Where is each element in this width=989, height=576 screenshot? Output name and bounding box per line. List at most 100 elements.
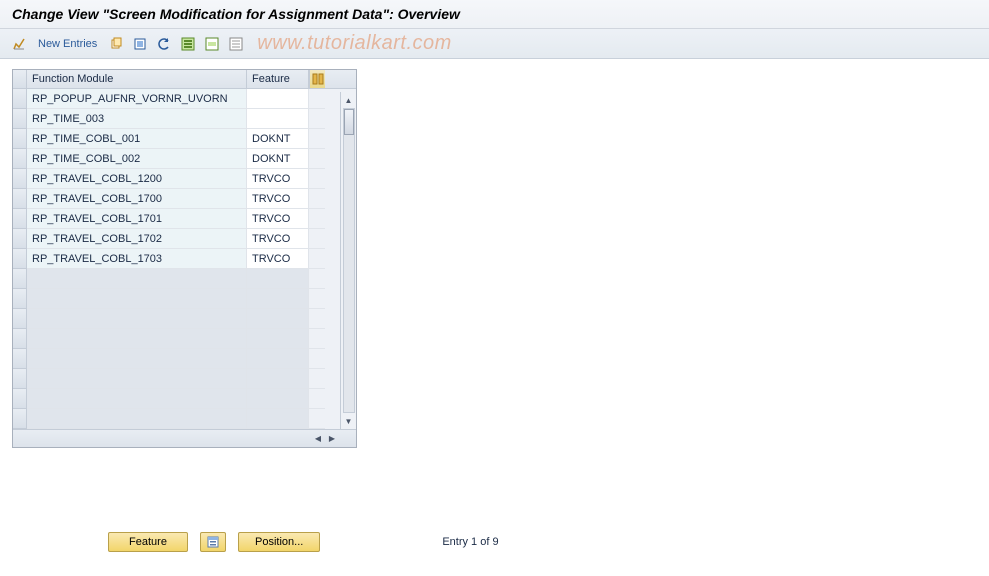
row-selector[interactable] [13,349,27,369]
function-module-cell[interactable] [27,409,247,429]
feature-cell[interactable] [247,89,309,109]
table-row[interactable]: RP_TIME_COBL_002DOKNT [13,149,356,169]
feature-cell[interactable] [247,269,309,289]
content-area: Function Module Feature RP_POPUP_AUFNR_V… [0,59,989,458]
row-selector[interactable] [13,329,27,349]
row-selector[interactable] [13,89,27,109]
table-row-empty[interactable] [13,289,356,309]
select-all-icon[interactable] [179,35,197,53]
undo-icon[interactable] [155,35,173,53]
table-row[interactable]: RP_TRAVEL_COBL_1702TRVCO [13,229,356,249]
row-selector[interactable] [13,289,27,309]
scroll-down-icon[interactable]: ▼ [343,415,355,427]
table-row-empty[interactable] [13,389,356,409]
function-module-cell[interactable]: RP_TRAVEL_COBL_1703 [27,249,247,269]
table-row[interactable]: RP_TRAVEL_COBL_1700TRVCO [13,189,356,209]
feature-cell[interactable] [247,309,309,329]
configure-columns-icon[interactable] [309,70,325,88]
row-selector[interactable] [13,209,27,229]
feature-cell[interactable]: TRVCO [247,229,309,249]
feature-cell[interactable]: TRVCO [247,249,309,269]
function-module-cell[interactable]: RP_TIME_COBL_002 [27,149,247,169]
select-all-column-header[interactable] [13,70,27,88]
table-row[interactable]: RP_TIME_COBL_001DOKNT [13,129,356,149]
column-header-feature[interactable]: Feature [247,70,309,88]
scrollbar-thumb[interactable] [344,109,354,135]
page-title: Change View "Screen Modification for Ass… [0,0,989,29]
select-block-icon[interactable] [203,35,221,53]
scroll-up-icon[interactable]: ▲ [343,94,355,106]
row-selector[interactable] [13,149,27,169]
function-module-cell[interactable]: RP_TRAVEL_COBL_1701 [27,209,247,229]
feature-cell[interactable]: TRVCO [247,169,309,189]
function-module-cell[interactable] [27,329,247,349]
table-row[interactable]: RP_POPUP_AUFNR_VORNR_UVORN [13,89,356,109]
function-module-cell[interactable] [27,269,247,289]
table-settings-button[interactable] [200,532,226,552]
overview-grid: Function Module Feature RP_POPUP_AUFNR_V… [12,69,357,448]
function-module-cell[interactable]: RP_TIME_003 [27,109,247,129]
feature-cell[interactable]: DOKNT [247,129,309,149]
function-module-cell[interactable]: RP_TRAVEL_COBL_1700 [27,189,247,209]
table-row-empty[interactable] [13,409,356,429]
copy-icon[interactable] [107,35,125,53]
column-header-function-module[interactable]: Function Module [27,70,247,88]
new-entries-button[interactable]: New Entries [34,38,101,50]
row-selector[interactable] [13,189,27,209]
function-module-cell[interactable]: RP_TIME_COBL_001 [27,129,247,149]
feature-cell[interactable] [247,289,309,309]
bottom-action-bar: Feature Position... Entry 1 of 9 [0,532,989,552]
delete-icon[interactable] [131,35,149,53]
grid-header: Function Module Feature [13,70,356,89]
feature-cell[interactable]: TRVCO [247,189,309,209]
function-module-cell[interactable] [27,349,247,369]
function-module-cell[interactable] [27,389,247,409]
position-button[interactable]: Position... [238,532,320,552]
feature-cell[interactable] [247,409,309,429]
table-settings-icon [207,536,219,548]
grid-body: RP_POPUP_AUFNR_VORNR_UVORNRP_TIME_003RP_… [13,89,356,429]
row-selector[interactable] [13,409,27,429]
table-row-empty[interactable] [13,269,356,289]
vertical-scrollbar[interactable]: ▲ ▼ [340,92,356,429]
table-row[interactable]: RP_TRAVEL_COBL_1701TRVCO [13,209,356,229]
row-selector[interactable] [13,309,27,329]
scrollbar-track[interactable] [343,108,355,413]
deselect-all-icon[interactable] [227,35,245,53]
row-selector[interactable] [13,229,27,249]
row-selector[interactable] [13,369,27,389]
feature-cell[interactable] [247,389,309,409]
table-row-empty[interactable] [13,329,356,349]
feature-button[interactable]: Feature [108,532,188,552]
row-selector[interactable] [13,389,27,409]
function-module-cell[interactable] [27,289,247,309]
watermark-text: www.tutorialkart.com [257,32,452,55]
table-row-empty[interactable] [13,349,356,369]
table-row-empty[interactable] [13,369,356,389]
toggle-change-icon[interactable] [10,35,28,53]
function-module-cell[interactable] [27,309,247,329]
row-selector[interactable] [13,169,27,189]
row-selector[interactable] [13,109,27,129]
scroll-left-icon[interactable]: ◀ [312,433,324,445]
row-selector[interactable] [13,269,27,289]
feature-cell[interactable]: DOKNT [247,149,309,169]
table-row[interactable]: RP_TRAVEL_COBL_1703TRVCO [13,249,356,269]
function-module-cell[interactable]: RP_TRAVEL_COBL_1702 [27,229,247,249]
function-module-cell[interactable]: RP_POPUP_AUFNR_VORNR_UVORN [27,89,247,109]
app-toolbar: New Entries www.tutorialkart.com [0,29,989,59]
feature-cell[interactable] [247,329,309,349]
row-selector[interactable] [13,249,27,269]
table-row[interactable]: RP_TIME_003 [13,109,356,129]
entry-status-text: Entry 1 of 9 [442,536,498,548]
table-row[interactable]: RP_TRAVEL_COBL_1200TRVCO [13,169,356,189]
feature-cell[interactable] [247,369,309,389]
feature-cell[interactable]: TRVCO [247,209,309,229]
feature-cell[interactable] [247,109,309,129]
scroll-right-icon[interactable]: ▶ [326,433,338,445]
row-selector[interactable] [13,129,27,149]
function-module-cell[interactable]: RP_TRAVEL_COBL_1200 [27,169,247,189]
function-module-cell[interactable] [27,369,247,389]
table-row-empty[interactable] [13,309,356,329]
feature-cell[interactable] [247,349,309,369]
